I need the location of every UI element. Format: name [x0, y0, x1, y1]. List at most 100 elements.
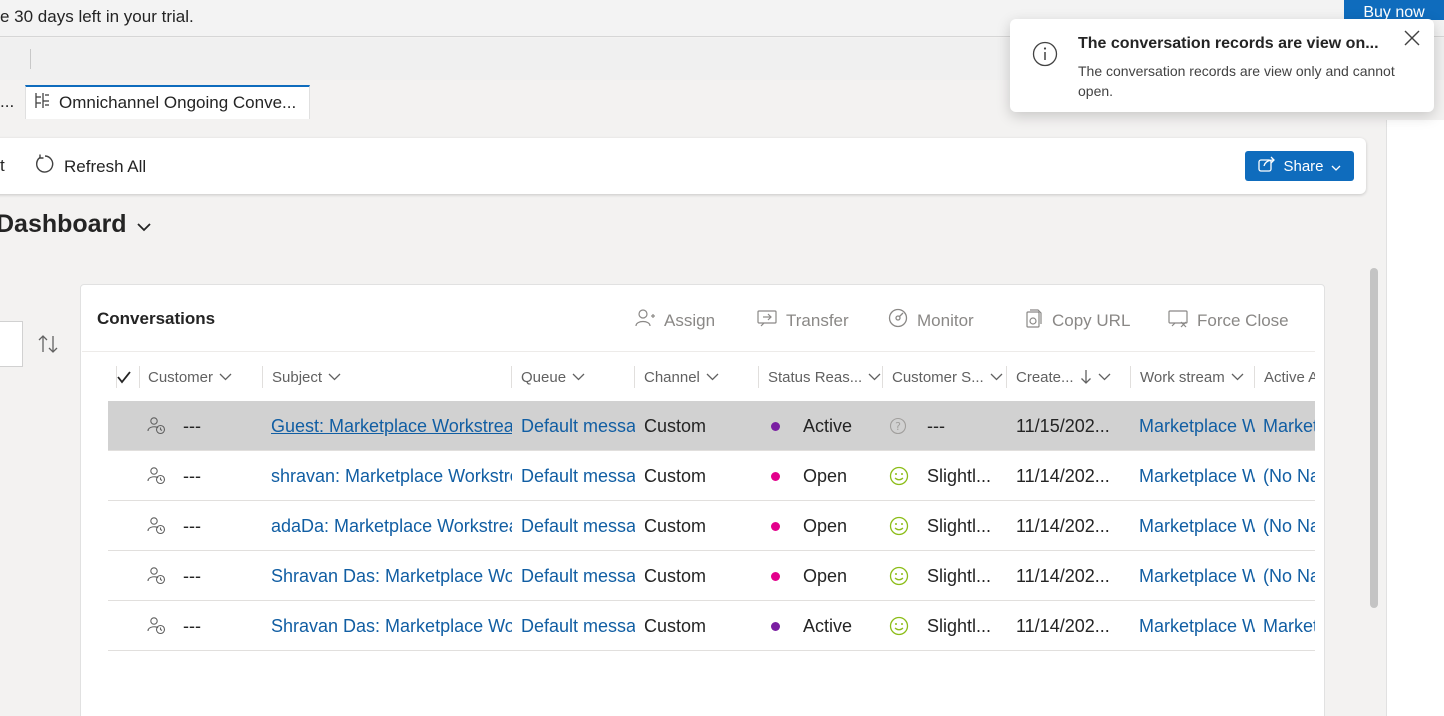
smiley-icon [889, 601, 911, 651]
sort-icon[interactable] [37, 333, 59, 360]
grid-header-row: Customer Subject Queue Channel Status Re… [82, 351, 1315, 401]
assign-label: Assign [664, 310, 716, 330]
column-header-created-on[interactable]: Create... [1006, 352, 1130, 402]
refresh-icon [34, 153, 56, 180]
close-button[interactable] [1402, 29, 1422, 49]
table-row[interactable]: --- Shravan Das: Marketplace Work Defaul… [108, 601, 1315, 651]
column-header-work-stream[interactable]: Work stream [1130, 352, 1254, 402]
status-dot [771, 451, 783, 501]
monitor-button[interactable]: Monitor [887, 307, 1022, 334]
customer-type-icon [147, 401, 169, 451]
workstream-link[interactable]: Marketplace W [1139, 501, 1255, 551]
copy-url-button[interactable]: Copy URL [1022, 307, 1167, 334]
chevron-down-icon [1231, 373, 1244, 381]
column-header-queue[interactable]: Queue [511, 352, 634, 402]
smiley-icon [889, 551, 911, 601]
column-header-subject[interactable]: Subject [262, 352, 511, 402]
column-header-customer-sentiment[interactable]: Customer S... [882, 352, 1006, 402]
active-agent-link[interactable]: Market [1263, 401, 1315, 451]
toast-notification: The conversation records are view on... … [1010, 19, 1434, 112]
subject-link[interactable]: adaDa: Marketplace Workstream [271, 501, 512, 551]
force-close-icon [1167, 307, 1189, 334]
trial-text: e 30 days left in your trial. [0, 7, 194, 26]
buy-now-button[interactable]: Buy now [1344, 0, 1444, 20]
force-close-button[interactable]: Force Close [1167, 307, 1297, 334]
table-row[interactable]: --- adaDa: Marketplace Workstream Defaul… [108, 501, 1315, 551]
subject-link[interactable]: shravan: Marketplace Workstream [271, 451, 512, 501]
sentiment-cell: Slightl... [927, 565, 992, 586]
transfer-button[interactable]: Transfer [756, 307, 887, 334]
workstream-link[interactable]: Marketplace W [1139, 551, 1255, 601]
queue-link[interactable]: Default messag [521, 501, 635, 551]
subject-link[interactable]: Guest: Marketplace Workstream [271, 401, 512, 451]
created-cell: 11/14/202... [1016, 565, 1110, 586]
tab-omnichannel-ongoing[interactable]: Omnichannel Ongoing Conve... [25, 85, 310, 119]
customer-cell: --- [183, 415, 201, 436]
grid-title: Conversations [97, 309, 216, 328]
table-row[interactable]: --- Guest: Marketplace Workstream Defaul… [108, 401, 1315, 451]
copy-url-label: Copy URL [1052, 310, 1131, 330]
workstream-link[interactable]: Marketplace W [1139, 401, 1255, 451]
info-icon [1032, 41, 1058, 72]
share-button[interactable]: Share [1245, 151, 1354, 181]
grid-actions: Assign Transfer Monitor Copy URL Force C… [634, 307, 1297, 334]
select-all-checkbox[interactable] [116, 352, 138, 402]
queue-link[interactable]: Default messag [521, 601, 635, 651]
unknown-sentiment-icon: ? [889, 401, 911, 451]
queue-link[interactable]: Default messag [521, 451, 635, 501]
tab-previous[interactable]: ... [0, 92, 14, 112]
chevron-down-icon [219, 373, 232, 381]
workstream-link[interactable]: Marketplace W [1139, 601, 1255, 651]
channel-cell: Custom [644, 615, 707, 636]
scrollbar-thumb[interactable] [1370, 268, 1378, 608]
status-dot-mark [771, 571, 780, 581]
chevron-down-icon [1098, 373, 1110, 381]
monitor-icon [887, 307, 909, 334]
subject-link[interactable]: Shravan Das: Marketplace Work [271, 601, 512, 651]
status-cell: Open [803, 465, 848, 486]
chevron-down-icon [136, 210, 151, 239]
arrow-down-icon [1080, 370, 1091, 384]
active-agent-link[interactable]: (No Na [1263, 451, 1315, 501]
command-truncated[interactable]: t [0, 156, 5, 176]
chevron-down-icon [328, 373, 341, 381]
toast-message: The conversation records are view only a… [1078, 63, 1395, 99]
status-cell: Active [803, 615, 853, 636]
table-row[interactable]: --- Shravan Das: Marketplace Work Defaul… [108, 551, 1315, 601]
active-agent-link[interactable]: (No Na [1263, 551, 1315, 601]
toolbar-divider [30, 49, 31, 69]
active-agent-link[interactable]: Market [1263, 601, 1315, 651]
left-panel-search-input[interactable] [0, 321, 23, 367]
column-header-customer[interactable]: Customer [139, 352, 262, 402]
customer-type-icon [147, 501, 169, 551]
dashboard-title[interactable]: Dashboard [0, 210, 151, 239]
column-header-active-agent[interactable]: Active A [1254, 352, 1315, 402]
active-agent-link[interactable]: (No Na [1263, 501, 1315, 551]
column-header-status-reason[interactable]: Status Reas... [758, 352, 882, 402]
column-header-channel[interactable]: Channel [634, 352, 758, 402]
workstream-link[interactable]: Marketplace W [1139, 451, 1255, 501]
customer-type-icon [147, 551, 169, 601]
created-cell: 11/15/202... [1016, 415, 1110, 436]
close-icon [1403, 30, 1421, 50]
sentiment-cell: Slightl... [927, 515, 992, 536]
status-dot-mark [771, 421, 780, 431]
smiley-icon [889, 451, 911, 501]
transfer-label: Transfer [786, 310, 849, 330]
svg-text:?: ? [895, 420, 901, 433]
subject-link[interactable]: Shravan Das: Marketplace Work [271, 551, 512, 601]
customer-cell: --- [183, 615, 201, 636]
refresh-all-button[interactable]: Refresh All [34, 153, 146, 180]
transfer-icon [756, 307, 778, 334]
queue-link[interactable]: Default messag [521, 551, 635, 601]
created-cell: 11/14/202... [1016, 465, 1110, 486]
assign-button[interactable]: Assign [634, 307, 756, 334]
customer-cell: --- [183, 465, 201, 486]
status-dot [771, 551, 783, 601]
command-bar: t Refresh All Share [0, 138, 1366, 194]
dashboard-grid-icon [34, 92, 51, 114]
table-row[interactable]: --- shravan: Marketplace Workstream Defa… [108, 451, 1315, 501]
queue-link[interactable]: Default messag [521, 401, 635, 451]
created-cell: 11/14/202... [1016, 515, 1110, 536]
dashboard-title-label: Dashboard [0, 210, 127, 238]
